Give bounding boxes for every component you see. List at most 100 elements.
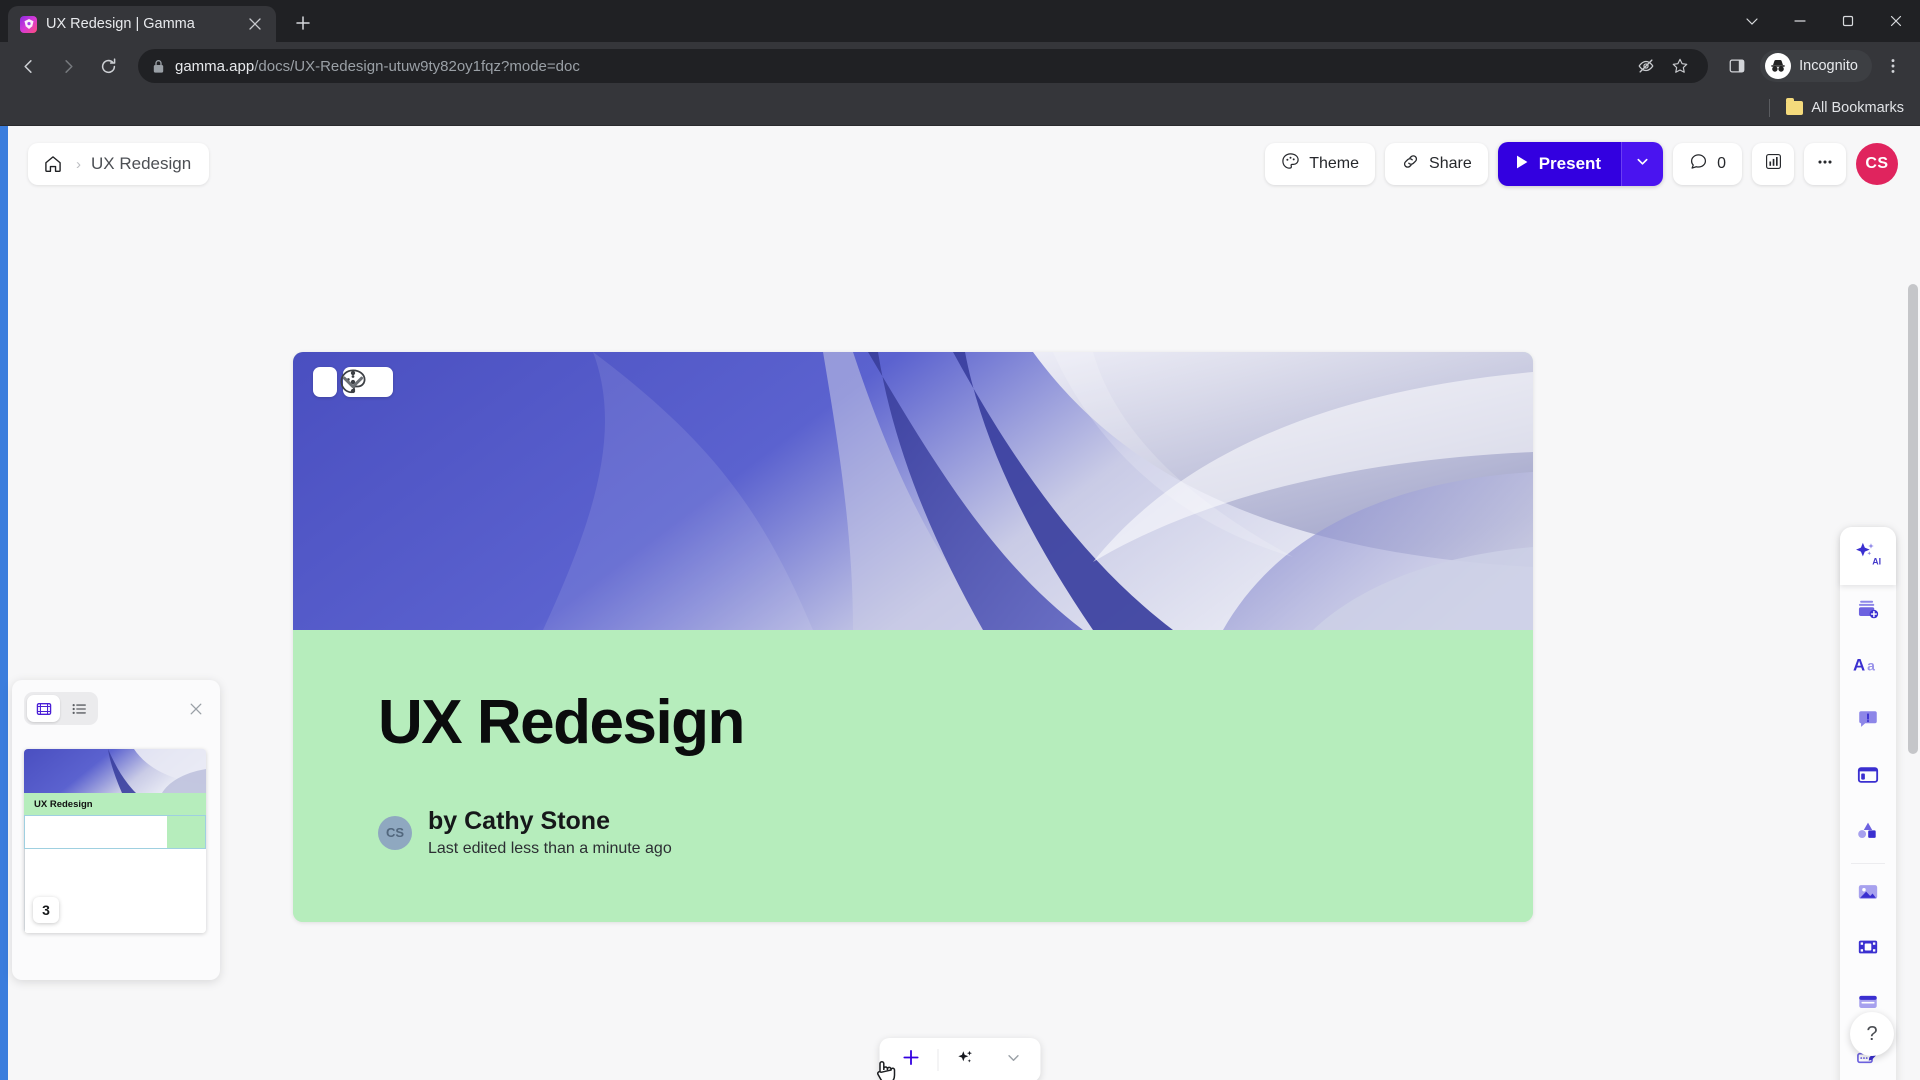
layout-icon xyxy=(1856,764,1880,791)
abstract-waves-graphic xyxy=(24,749,206,793)
chevron-down-icon[interactable] xyxy=(1728,0,1776,42)
browser-toolbar: gamma.app/docs/UX-Redesign-utuw9ty82oy1f… xyxy=(0,42,1920,90)
avatar-initials: CS xyxy=(1865,155,1889,172)
all-bookmarks-label[interactable]: All Bookmarks xyxy=(1811,100,1904,116)
view-mode-toggle xyxy=(24,692,98,725)
tab-title: UX Redesign | Gamma xyxy=(46,16,195,32)
header-actions: Theme Share Present 0 CS xyxy=(1265,142,1898,186)
author-name[interactable]: by Cathy Stone xyxy=(428,807,672,836)
thumbnail-blank-row[interactable]: 3 xyxy=(24,849,206,933)
address-bar[interactable]: gamma.app/docs/UX-Redesign-utuw9ty82oy1f… xyxy=(138,49,1709,83)
comment-icon xyxy=(1689,152,1708,176)
card-title[interactable]: UX Redesign xyxy=(378,690,1533,755)
url-text: gamma.app/docs/UX-Redesign-utuw9ty82oy1f… xyxy=(175,58,580,75)
play-icon xyxy=(1515,154,1529,175)
window-controls xyxy=(1728,0,1920,42)
add-card-icon xyxy=(1856,598,1880,627)
callout-box-icon xyxy=(1856,708,1880,737)
comments-count: 0 xyxy=(1717,155,1726,172)
sidebar-item-video[interactable] xyxy=(1840,922,1896,977)
list-view-icon[interactable] xyxy=(62,695,95,722)
sidebar-item-add-card[interactable] xyxy=(1840,585,1896,640)
browser-tab[interactable]: UX Redesign | Gamma xyxy=(8,6,276,42)
browser-window: UX Redesign | Gamma gamma.app/docs/UX-Re… xyxy=(0,0,1920,1080)
three-dots-vertical-icon[interactable] xyxy=(1876,49,1910,83)
folder-icon xyxy=(1786,97,1804,115)
svg-text:AI: AI xyxy=(1872,556,1881,566)
sidebar-item-ai-tools[interactable]: AI xyxy=(1840,527,1896,585)
chevron-down-icon xyxy=(1635,154,1650,174)
card-list-panel: UX Redesign 3 xyxy=(12,680,220,980)
present-button[interactable]: Present xyxy=(1497,142,1622,186)
text-aa-icon: A a xyxy=(1853,654,1883,681)
svg-text:a: a xyxy=(1867,658,1875,674)
help-button[interactable]: ? xyxy=(1850,1012,1894,1056)
url-host: gamma.app xyxy=(175,57,255,75)
thumbnail-selected-row[interactable] xyxy=(24,815,206,849)
profile-label: Incognito xyxy=(1799,58,1858,74)
canvas-scrollbar[interactable] xyxy=(1908,284,1918,1078)
sparkles-ai-icon: AI xyxy=(1853,540,1883,573)
sparkles-icon xyxy=(956,1048,976,1073)
author-block: by Cathy Stone Last edited less than a m… xyxy=(428,807,672,858)
divider xyxy=(937,1049,939,1071)
three-dots-horizontal-icon xyxy=(1815,152,1835,177)
sidebar-item-shapes[interactable] xyxy=(1840,805,1896,860)
arrow-left-icon[interactable] xyxy=(10,48,46,84)
side-panel-icon[interactable] xyxy=(1720,49,1754,83)
analytics-icon xyxy=(1764,152,1783,176)
home-icon[interactable] xyxy=(40,151,66,177)
incognito-icon xyxy=(1765,53,1792,79)
comments-button[interactable]: 0 xyxy=(1673,143,1742,185)
divider xyxy=(1851,863,1885,864)
star-icon[interactable] xyxy=(1666,52,1694,80)
card-author-row: CS by Cathy Stone Last edited less than … xyxy=(378,807,1533,858)
maximize-icon[interactable] xyxy=(1824,0,1872,42)
sidebar-item-text[interactable]: A a xyxy=(1840,640,1896,695)
lock-icon xyxy=(152,59,165,74)
sidebar-item-layout[interactable] xyxy=(1840,750,1896,805)
card-panel-header xyxy=(24,692,208,725)
more-options-button[interactable] xyxy=(1804,143,1846,185)
card-thumbnail[interactable]: UX Redesign 3 xyxy=(24,749,206,933)
share-label: Share xyxy=(1429,155,1472,172)
breadcrumb-title[interactable]: UX Redesign xyxy=(91,154,191,174)
arrow-right-icon[interactable] xyxy=(50,48,86,84)
author-avatar: CS xyxy=(378,815,412,850)
theme-label: Theme xyxy=(1309,155,1360,172)
card-count-badge: 3 xyxy=(33,897,59,923)
card-one[interactable]: UX Redesign CS by Cathy Stone Last edite… xyxy=(293,352,1533,923)
present-dropdown-button[interactable] xyxy=(1621,142,1664,186)
avatar[interactable]: CS xyxy=(1856,143,1898,185)
add-blank-card-button[interactable] xyxy=(886,1042,936,1078)
app-header: › UX Redesign Theme Share Present 0 CS xyxy=(0,126,1920,202)
eye-slash-icon[interactable] xyxy=(1632,52,1660,80)
sidebar-item-image[interactable] xyxy=(1840,867,1896,922)
plus-icon xyxy=(901,1048,920,1072)
close-icon[interactable] xyxy=(1872,0,1920,42)
sidebar-item-callout[interactable] xyxy=(1840,695,1896,750)
share-button[interactable]: Share xyxy=(1385,143,1488,185)
breadcrumb[interactable]: › UX Redesign xyxy=(28,143,210,185)
reload-icon[interactable] xyxy=(90,48,126,84)
profile-chip[interactable]: Incognito xyxy=(1760,50,1872,82)
insert-options-dropdown[interactable] xyxy=(993,1042,1035,1078)
omnibox-actions xyxy=(1632,52,1694,80)
analytics-button[interactable] xyxy=(1752,143,1794,185)
close-icon[interactable] xyxy=(244,13,266,35)
thumbnail-title: UX Redesign xyxy=(34,798,93,810)
insert-card-toolbar xyxy=(879,1038,1041,1080)
chevron-down-icon xyxy=(1006,1050,1022,1071)
palette-icon xyxy=(1281,152,1300,176)
video-icon xyxy=(1856,936,1880,963)
ai-card-button[interactable] xyxy=(941,1042,991,1078)
card-one-palette-button[interactable] xyxy=(340,367,393,397)
cards-grid-icon[interactable] xyxy=(27,695,60,722)
scrollbar-thumb[interactable] xyxy=(1908,284,1918,754)
present-label: Present xyxy=(1538,154,1602,173)
theme-button[interactable]: Theme xyxy=(1265,143,1376,185)
close-icon[interactable] xyxy=(184,697,208,721)
url-path: /docs/UX-Redesign-utuw9ty82oy1fqz?mode=d… xyxy=(254,57,580,75)
minimize-icon[interactable] xyxy=(1776,0,1824,42)
new-tab-button[interactable] xyxy=(286,6,320,40)
